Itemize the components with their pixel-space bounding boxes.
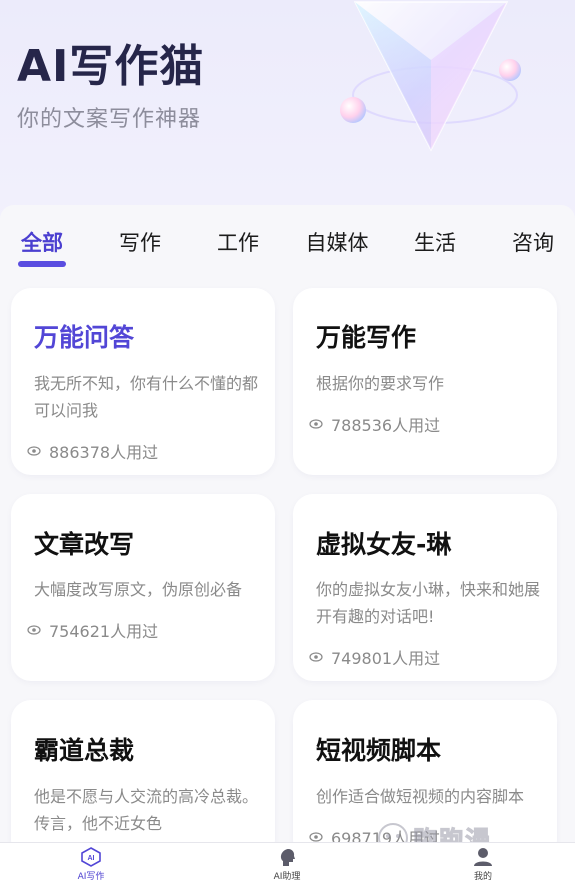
header: AI写作猫 你的文案写作神器 [0,0,575,205]
card-description: 根据你的要求写作 [316,374,445,393]
card-description: 你的虚拟女友小琳，快来和她展开有趣的对话吧! [316,580,541,626]
card-usage: 886378人用过 [27,439,158,463]
nav-mine[interactable]: 我的 [438,847,528,882]
tab-life[interactable]: 生活 [390,227,480,257]
svg-text:AI: AI [88,855,95,862]
card-title: 万能写作 [316,323,417,352]
card-universal-qa[interactable]: 万能问答 我无所不知，你有什么不懂的都可以问我 886378人用过 [11,288,275,475]
card-domineering-ceo[interactable]: 霸道总裁 他是不愿与人交流的高冷总裁。传言，他不近女色 [11,700,275,860]
user-icon [474,848,492,866]
nav-label: 我的 [473,872,492,882]
tab-consult[interactable]: 咨询 [488,227,575,257]
usage-count: 886378人用过 [49,443,159,462]
card-title: 虚拟女友-琳 [316,530,452,559]
card-title: 文章改写 [34,530,135,559]
card-title: 霸道总裁 [34,736,135,765]
usage-count: 749801人用过 [331,649,441,668]
app-subtitle: 你的文案写作神器 [17,107,202,132]
ai-write-icon: AI [81,847,101,867]
usage-count: 788536人用过 [331,416,441,435]
tab-all[interactable]: 全部 [0,227,87,257]
card-usage: 749801人用过 [309,645,440,669]
card-description: 创作适合做短视频的内容脚本 [316,787,525,806]
card-description: 大幅度改写原文，伪原创必备 [34,580,243,599]
tab-writing[interactable]: 写作 [95,227,185,257]
card-usage: 754621人用过 [27,618,158,642]
bottom-navigation: AI AI写作 AI助理 我的 [0,842,575,891]
eye-icon [309,832,323,842]
nav-ai-write[interactable]: AI AI写作 [46,847,136,882]
card-title: 短视频脚本 [316,736,442,765]
hero-crystal-logo [340,1,521,152]
card-universal-writing[interactable]: 万能写作 根据你的要求写作 788536人用过 [293,288,557,475]
eye-icon [27,625,41,635]
active-tab-indicator [18,261,66,267]
card-usage: 788536人用过 [309,412,440,436]
card-virtual-girlfriend[interactable]: 虚拟女友-琳 你的虚拟女友小琳，快来和她展开有趣的对话吧! 749801人用过 [293,494,557,681]
tab-work[interactable]: 工作 [193,227,283,257]
nav-ai-assistant[interactable]: AI助理 [242,847,332,882]
nav-label: AI写作 [77,872,105,882]
card-article-rewrite[interactable]: 文章改写 大幅度改写原文，伪原创必备 754621人用过 [11,494,275,681]
tab-self-media[interactable]: 自媒体 [292,227,382,257]
nav-label: AI助理 [273,872,301,882]
eye-icon [27,446,41,456]
card-description: 我无所不知，你有什么不懂的都可以问我 [34,374,259,420]
assistant-head-icon [280,848,295,866]
card-description: 他是不愿与人交流的高冷总裁。传言，他不近女色 [34,787,259,833]
app-title: AI写作猫 [17,41,205,92]
eye-icon [309,652,323,662]
usage-count: 754621人用过 [49,622,159,641]
card-title: 万能问答 [34,323,135,352]
eye-icon [309,419,323,429]
